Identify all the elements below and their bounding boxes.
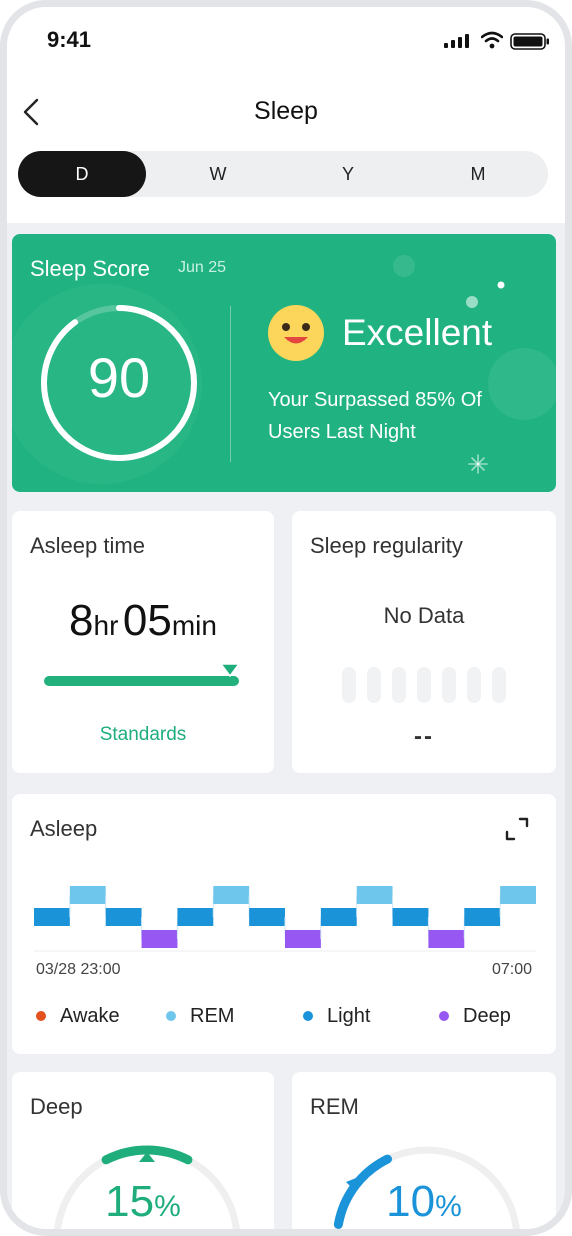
rem-sleep-unit: %	[435, 1190, 462, 1223]
score-divider	[230, 306, 231, 462]
stage-segment-light	[105, 908, 142, 926]
regularity-value: --	[414, 723, 434, 750]
deep-sleep-percentage: 15%	[12, 1177, 274, 1227]
asleep-minutes: 05	[122, 596, 172, 645]
smiley-face-icon	[268, 305, 324, 361]
chart-start-time: 03/28 23:00	[36, 961, 121, 978]
tab-day[interactable]: D	[18, 151, 146, 197]
placeholder-bar	[392, 667, 406, 703]
placeholder-bar	[367, 667, 381, 703]
rem-sleep-title: REM	[310, 1094, 359, 1119]
sleep-score-title: Sleep Score	[30, 256, 150, 281]
deep-sleep-title: Deep	[30, 1094, 83, 1119]
sleep-score-card[interactable]: Sleep Score Jun 25 90 Excellent Your Sur…	[12, 234, 556, 492]
deep-sleep-card[interactable]: Deep 15%	[12, 1072, 274, 1229]
stage-segment-light	[464, 908, 501, 926]
sleep-score-value: 90	[87, 346, 151, 409]
asleep-hours-unit: hr	[93, 610, 119, 641]
stage-segment-rem	[69, 886, 106, 904]
deep-sleep-unit: %	[154, 1190, 181, 1223]
expand-icon[interactable]	[504, 816, 530, 842]
asleep-time-bar	[44, 676, 239, 686]
legend-label-deep: Deep	[463, 1004, 511, 1027]
legend-dot-deep	[439, 1011, 449, 1021]
rem-sleep-value: 10	[386, 1177, 436, 1226]
placeholder-bar	[467, 667, 481, 703]
stage-segment-rem	[500, 886, 536, 904]
legend-deep: Deep	[439, 1004, 511, 1028]
rem-sleep-card[interactable]: REM 10%	[292, 1072, 556, 1229]
legend-light: Light	[303, 1004, 370, 1028]
legend-awake: Awake	[36, 1004, 120, 1028]
legend-label-light: Light	[327, 1004, 371, 1027]
status-time: 9:41	[47, 27, 92, 52]
sleep-score-date: Jun 25	[178, 259, 227, 276]
stage-segment-light	[320, 908, 357, 926]
standards-link[interactable]: Standards	[12, 724, 274, 746]
legend-label-awake: Awake	[60, 1004, 120, 1027]
status-bar: 9:41	[7, 7, 565, 69]
legend-dot-light	[303, 1011, 313, 1021]
stage-segment-light	[177, 908, 214, 926]
asleep-time-value: 8hr 05min	[12, 596, 274, 646]
rem-sleep-percentage: 10%	[292, 1177, 556, 1227]
phone-frame: 9:41 Sleep D W Y M Sleep Score Jun 25 90…	[0, 0, 572, 1236]
regularity-placeholder-bars	[342, 667, 512, 703]
hypnogram-chart	[34, 886, 536, 952]
nav-bar: Sleep	[7, 87, 565, 137]
header-area: 9:41 Sleep D W Y M	[7, 7, 565, 223]
sleep-regularity-card[interactable]: Sleep regularity No Data --	[292, 511, 556, 773]
stage-segment-deep	[428, 930, 465, 948]
tab-month[interactable]: M	[414, 151, 542, 197]
stage-segment-rem	[356, 886, 393, 904]
placeholder-bar	[492, 667, 506, 703]
legend-rem: REM	[166, 1004, 234, 1028]
asleep-chart-card[interactable]: Asleep 03/28 23:00 07:00 Awake REM Light…	[12, 794, 556, 1054]
sleep-regularity-title: Sleep regularity	[310, 533, 463, 558]
chart-end-time: 07:00	[491, 961, 532, 978]
triangle-marker-icon	[220, 663, 240, 677]
tab-year[interactable]: Y	[284, 151, 412, 197]
legend-dot-rem	[166, 1011, 176, 1021]
wifi-icon	[481, 31, 503, 49]
period-tab-bar: D W Y M	[18, 151, 548, 197]
stage-segment-deep	[285, 930, 321, 948]
battery-icon	[510, 33, 549, 50]
placeholder-bar	[442, 667, 456, 703]
legend-dot-awake	[36, 1011, 46, 1021]
tab-week[interactable]: W	[154, 151, 282, 197]
sleep-score-rating: Excellent	[342, 312, 493, 353]
placeholder-bar	[342, 667, 356, 703]
cellular-signal-icon	[444, 34, 469, 48]
stage-segment-light	[34, 908, 70, 926]
stage-segment-rem	[213, 886, 250, 904]
stage-segment-light	[249, 908, 285, 926]
deep-sleep-value: 15	[105, 1177, 155, 1226]
asleep-minutes-unit: min	[171, 610, 217, 641]
legend-label-rem: REM	[190, 1004, 235, 1027]
asleep-time-card[interactable]: Asleep time 8hr 05min Standards	[12, 511, 274, 773]
asleep-hours: 8	[69, 596, 94, 645]
asleep-chart-title: Asleep	[30, 816, 98, 841]
stage-segment-deep	[141, 930, 178, 948]
sleep-score-message: Your Surpassed 85% Of Users Last Night	[268, 389, 482, 443]
asleep-time-title: Asleep time	[30, 533, 145, 558]
stage-segment-light	[392, 908, 429, 926]
regularity-status: No Data	[383, 603, 465, 628]
page-title: Sleep	[254, 97, 318, 125]
placeholder-bar	[417, 667, 431, 703]
